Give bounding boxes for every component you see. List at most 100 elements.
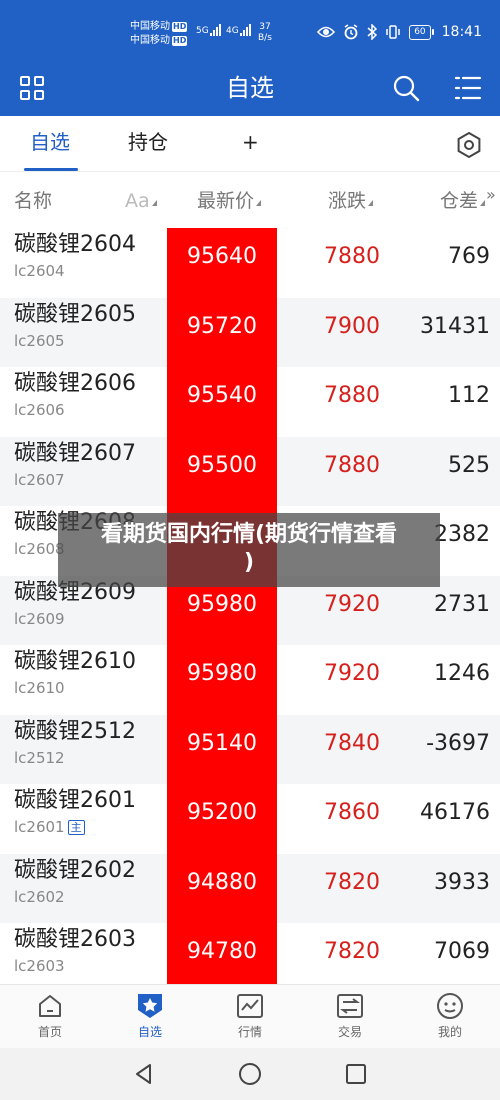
- status-bar: 中国移动 HD 中国移动 HD 5G 4G 37 B/s 60 18:41: [0, 0, 500, 68]
- change-value: 7900: [324, 313, 380, 339]
- battery-icon: 60: [409, 24, 434, 40]
- home-icon: [39, 995, 61, 1017]
- contract-code: lc2605: [14, 331, 65, 350]
- smiley-icon: [437, 993, 463, 1019]
- change-value: 7920: [324, 661, 380, 686]
- hd-badge: HD: [172, 36, 188, 46]
- speed-unit: B/s: [258, 33, 272, 43]
- oi-value: 3933: [434, 869, 490, 895]
- change-value: 7920: [324, 591, 380, 617]
- contract-name: 碳酸锂2605: [14, 301, 136, 327]
- column-oi[interactable]: 仓差: [440, 188, 486, 214]
- nav-trade[interactable]: 交易: [300, 985, 400, 1049]
- contract-code: lc2610: [14, 679, 65, 697]
- change-value: 7880: [324, 452, 380, 478]
- oi-value: 31431: [420, 313, 490, 339]
- font-size-toggle[interactable]: Aa: [125, 188, 157, 214]
- nav-label: 交易: [337, 1025, 362, 1039]
- price-value: 95540: [187, 383, 257, 408]
- price-value: 95200: [187, 800, 257, 825]
- price-value: 95140: [187, 730, 257, 756]
- price-value: 94780: [187, 939, 257, 964]
- battery-level: 60: [409, 24, 431, 40]
- contract-code: lc2602: [14, 887, 65, 906]
- contract-name: 碳酸锂2607: [14, 440, 136, 466]
- search-icon[interactable]: [390, 72, 422, 104]
- tab-positions[interactable]: 持仓: [128, 128, 168, 156]
- nav-profile[interactable]: 我的: [400, 985, 500, 1049]
- eye-icon: [317, 26, 336, 38]
- page-title: 自选: [226, 74, 274, 102]
- overlay-line-2: ): [243, 550, 255, 575]
- back-icon[interactable]: [130, 1060, 158, 1088]
- oi-value: 2382: [434, 522, 490, 547]
- column-change[interactable]: 涨跌: [328, 188, 374, 214]
- carrier-2: 中国移动: [130, 35, 170, 46]
- change-value: 7820: [324, 939, 380, 964]
- nav-label: 行情: [237, 1025, 262, 1039]
- contract-code: lc2609: [14, 609, 65, 628]
- system-nav-bar: [0, 1048, 500, 1100]
- quote-list: 碳酸锂2604 lc2604 7880 769 碳酸锂2605 lc2605 7…: [0, 228, 500, 984]
- sort-icon: [480, 200, 486, 206]
- exchange-icon: [337, 994, 363, 1018]
- recents-icon[interactable]: [342, 1060, 370, 1088]
- overlay-line-1: 看期货国内行情(期货行情查看: [100, 522, 398, 547]
- chart-icon: [237, 994, 263, 1018]
- contract-code: lc2606: [14, 401, 65, 419]
- sort-icon: [368, 200, 374, 206]
- network-type: 4G: [226, 26, 239, 36]
- sort-icon: [151, 200, 157, 206]
- change-value: 7820: [324, 869, 380, 895]
- column-oi-label: 仓差: [440, 190, 479, 212]
- change-value: 7860: [324, 800, 380, 825]
- nav-label: 我的: [437, 1025, 462, 1039]
- hexagon-settings-icon[interactable]: [454, 130, 484, 160]
- app-root: 中国移动HD 中国移动HD 5G 4G 37 B/s 60 18:41 自选: [0, 0, 500, 1100]
- clock: 18:41: [441, 24, 482, 40]
- nav-watchlist[interactable]: 自选: [100, 985, 200, 1049]
- contract-code: lc2608: [14, 540, 65, 558]
- tab-watchlist[interactable]: 自选: [30, 128, 70, 156]
- price-value: 95640: [187, 244, 257, 269]
- column-header: 名称 Aa 最新价 涨跌 仓差 »: [0, 172, 500, 228]
- change-value: 7840: [324, 730, 380, 756]
- contract-code: lc2604: [14, 262, 65, 280]
- nav-market[interactable]: 行情: [200, 985, 300, 1049]
- contract-code: lc2607: [14, 470, 65, 489]
- star-shield-icon: [138, 994, 162, 1018]
- contract-code-text: lc2601: [14, 818, 65, 836]
- list-menu-icon[interactable]: [452, 72, 484, 104]
- oi-value: 525: [448, 452, 490, 478]
- contract-code: lc2603: [14, 957, 65, 975]
- column-price[interactable]: 最新价: [197, 188, 262, 214]
- home-circle-icon[interactable]: [236, 1060, 264, 1088]
- column-name[interactable]: 名称: [14, 188, 52, 214]
- font-size-label: Aa: [125, 190, 150, 212]
- nav-home[interactable]: 首页: [0, 985, 100, 1049]
- more-columns-icon[interactable]: »: [486, 182, 496, 208]
- app-header: 自选: [0, 68, 500, 116]
- bottom-nav: 首页 自选 行情 交易 我的: [0, 984, 500, 1048]
- oi-value: 2731: [434, 591, 490, 617]
- oi-value: 112: [448, 383, 490, 408]
- carrier-info: 中国移动 HD 中国移动 HD: [130, 20, 188, 48]
- vibrate-icon: [386, 25, 400, 39]
- change-value: 7880: [324, 244, 380, 269]
- column-change-label: 涨跌: [328, 190, 367, 212]
- contract-name: 碳酸锂2603: [14, 927, 136, 952]
- alarm-icon: [344, 24, 358, 40]
- change-value: 7880: [324, 383, 380, 408]
- contract-name: 碳酸锂2512: [14, 718, 136, 744]
- carrier-1: 中国移动: [130, 21, 170, 32]
- contract-code: lc2601 主: [14, 818, 85, 836]
- column-price-label: 最新价: [197, 190, 255, 212]
- contract-code: lc2512: [14, 748, 65, 767]
- oi-value: 769: [448, 244, 490, 269]
- oi-value: 7069: [434, 939, 490, 964]
- contract-name: 碳酸锂2601: [14, 788, 136, 813]
- tab-add[interactable]: +: [242, 128, 259, 156]
- nav-label: 首页: [37, 1025, 62, 1039]
- contract-name: 碳酸锂2604: [14, 232, 136, 257]
- nav-label: 自选: [137, 1025, 162, 1039]
